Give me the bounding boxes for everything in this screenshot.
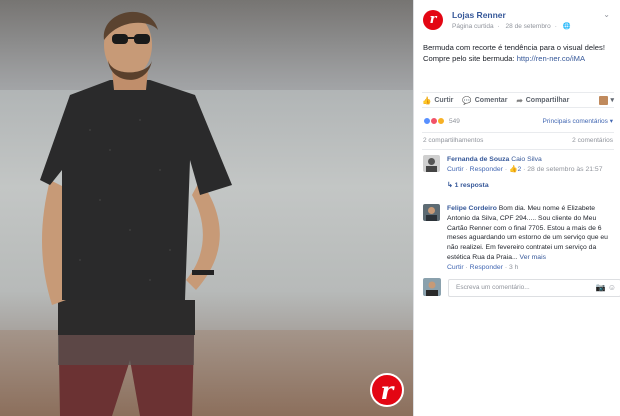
shares-row: 2 compartilhamentos 2 comentários	[423, 137, 613, 144]
comment-reply-link[interactable]: Responder	[470, 264, 503, 271]
comment-like-link[interactable]: Curtir	[447, 264, 464, 271]
globe-icon: 🌐	[562, 23, 571, 30]
renner-logo: r	[370, 373, 404, 407]
like-button[interactable]: 👍 Curtir	[422, 95, 453, 105]
avatar-image	[423, 155, 440, 172]
post-header: r Lojas Renner Página curtida · 28 de set…	[423, 8, 614, 34]
comment-like-link[interactable]: Curtir	[447, 166, 464, 173]
comments-count-link[interactable]: 2 comentários	[572, 137, 613, 144]
divider	[422, 132, 614, 133]
comment-author[interactable]: Fernanda de Souza	[447, 156, 509, 163]
comment-like-count: 2	[517, 165, 522, 173]
comment-body: Felipe Cordeiro Bom dia. Meu nome é Eliz…	[447, 204, 613, 273]
view-replies-link[interactable]: ↳ 1 resposta	[447, 181, 613, 191]
reply-arrow-icon: ↳	[447, 181, 453, 189]
like-label: Curtir	[434, 97, 454, 104]
identity-selector[interactable]: ▾	[599, 95, 614, 105]
meta-dot: ·	[554, 23, 557, 30]
see-more-link[interactable]: Ver mais	[520, 254, 546, 261]
dropdown-caret-icon: ▾	[610, 97, 614, 104]
comment-sort-dropdown[interactable]: Principais comentários ▾	[543, 117, 613, 125]
model-illustration	[40, 11, 232, 416]
commenter-avatar[interactable]	[423, 204, 440, 221]
divider	[422, 149, 614, 150]
page-kind: Página curtida	[452, 23, 494, 30]
reaction-count[interactable]: 549	[449, 118, 460, 125]
post-photo[interactable]: r	[0, 0, 413, 416]
thumbs-up-icon: 👍	[422, 96, 432, 105]
avatar-image	[423, 204, 440, 221]
post-meta: Página curtida · 28 de setembro · 🌐	[452, 22, 575, 30]
current-user-avatar	[423, 278, 441, 296]
camera-icon[interactable]: 📷	[596, 283, 606, 292]
sort-label: Principais comentários	[542, 118, 608, 125]
shares-count-link[interactable]: 2 compartilhamentos	[423, 137, 483, 144]
comment-icon: 💬	[462, 96, 472, 105]
share-button[interactable]: ➦ Compartilhar	[516, 95, 569, 105]
comment-actions: Curtir · Responder · 👍2 · 28 de setembro…	[447, 165, 603, 173]
comment-date[interactable]: 28 de setembro às 21:57	[527, 166, 602, 173]
comment-composer: Escreva um comentário... 📷 ☺	[423, 278, 620, 298]
post-actions: 👍 Curtir 💬 Comentar ➦ Compartilhar ▾	[422, 92, 614, 108]
page-name-link[interactable]: Lojas Renner	[452, 10, 506, 20]
comment-text: Bom dia. Meu nome é Elizabete Antonio da…	[447, 205, 608, 261]
user-avatar-mini	[599, 95, 609, 105]
composer-tools: 📷 ☺	[596, 283, 616, 292]
reactions-bar: 549 Principais comentários ▾	[423, 114, 613, 128]
comment-time[interactable]: 3 h	[509, 264, 518, 271]
emoji-icon[interactable]: ☺	[608, 283, 616, 292]
commenter-avatar[interactable]	[423, 155, 440, 172]
share-icon: ➦	[516, 96, 523, 105]
wow-reaction-icon	[437, 117, 445, 125]
chevron-down-icon[interactable]: ⌄	[603, 10, 610, 19]
comment-input[interactable]: Escreva um comentário... 📷 ☺	[448, 279, 620, 297]
post-text: Bermuda com recorte é tendência para o v…	[423, 42, 611, 64]
share-label: Compartilhar	[525, 97, 570, 104]
post-panel: r Lojas Renner Página curtida · 28 de set…	[413, 0, 620, 416]
replies-count: 1 resposta	[454, 181, 489, 189]
comment-body: Fernanda de Souza Caio Silva Curtir · Re…	[447, 155, 613, 190]
post-date[interactable]: 28 de setembro	[506, 23, 551, 30]
comment-actions: Curtir · Responder · 3 h	[447, 263, 519, 271]
comment-likes[interactable]: 👍2	[509, 166, 521, 173]
comment-tagged-user[interactable]: Caio Silva	[511, 156, 542, 163]
comment-placeholder: Escreva um comentário...	[456, 284, 530, 291]
comment-button[interactable]: 💬 Comentar	[462, 95, 507, 105]
avatar-image	[423, 278, 441, 296]
post-link[interactable]: http://ren-ner.co/iMA	[517, 54, 585, 63]
page-avatar[interactable]: r	[423, 10, 443, 30]
comment-reply-link[interactable]: Responder	[470, 166, 503, 173]
meta-dot: ·	[497, 23, 500, 30]
comment-label: Comentar	[474, 97, 508, 104]
comment-author[interactable]: Felipe Cordeiro	[447, 205, 497, 212]
